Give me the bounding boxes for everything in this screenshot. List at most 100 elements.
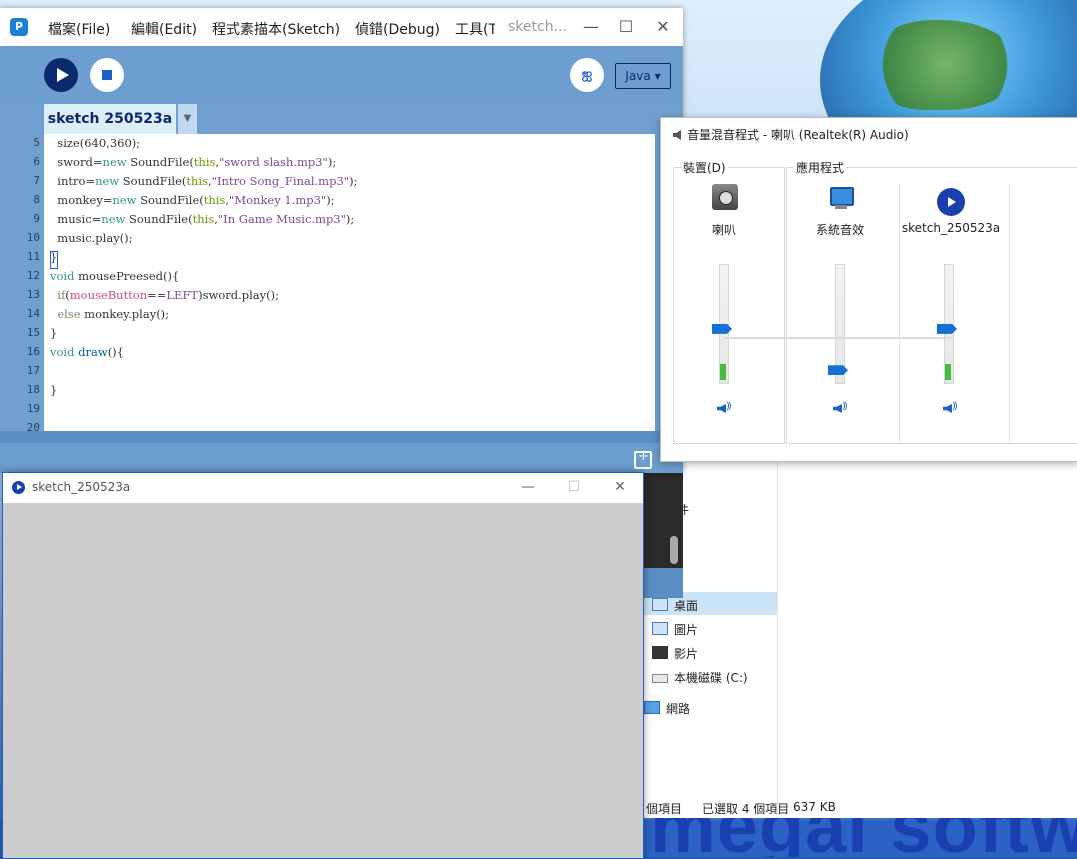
menu-sketch[interactable]: 程式素描本(Sketch) xyxy=(212,19,340,39)
channel-separator xyxy=(1009,183,1010,443)
file-explorer-window: 機 D 物件 下載 文件 音樂 桌面 圖片 影片 本機磁碟 (C:) 網路 個項… xyxy=(642,458,1077,818)
tab-sketch-250523a[interactable]: sketch 250523a xyxy=(44,104,176,134)
speaker-icon xyxy=(673,130,681,140)
globe-land-graphic xyxy=(870,20,1020,110)
speaker-device-icon xyxy=(712,184,738,210)
channel-name-system-sounds: 系統音效 xyxy=(815,223,864,237)
drive-icon xyxy=(652,674,668,683)
maximize-button[interactable]: ☐ xyxy=(611,16,641,38)
line-number: 7 xyxy=(33,174,40,187)
volume-track[interactable] xyxy=(939,264,959,384)
mode-selector[interactable]: Java ▾ xyxy=(615,63,671,89)
code-line: else monkey.play(); xyxy=(57,307,170,321)
tab-row: sketch 250523a ▼ xyxy=(0,104,683,134)
menu-edit[interactable]: 編輯(Edit) xyxy=(131,19,197,39)
code-line: if(mouseButton==LEFT)sword.play(); xyxy=(57,288,280,302)
code-line: music.play(); xyxy=(50,231,133,245)
peak-meter xyxy=(945,364,951,380)
code-line: size(640,360); xyxy=(50,136,141,150)
nav-item-desktop[interactable]: 桌面 xyxy=(652,597,698,614)
nav-item-pictures[interactable]: 圖片 xyxy=(652,621,698,638)
window-title: sketch... xyxy=(508,19,567,35)
close-button[interactable]: ✕ xyxy=(648,16,678,38)
videos-icon xyxy=(652,646,668,659)
channel-name-speaker: 喇叭 xyxy=(711,223,736,237)
pictures-icon xyxy=(652,622,668,635)
line-number: 11 xyxy=(26,250,40,263)
processing-ide-window: P 檔案(File) 編輯(Edit) 程式素描本(Sketch) 偵錯(Deb… xyxy=(0,8,683,473)
code-line: void mousePreesed(){ xyxy=(50,269,180,283)
mixer-title: 音量混音程式 - 喇叭 (Realtek(R) Audio) xyxy=(673,126,909,143)
line-number: 5 xyxy=(33,136,40,149)
ide-console-area xyxy=(0,431,683,473)
nav-item-videos[interactable]: 影片 xyxy=(652,645,698,662)
explorer-status-bar: 個項目 已選取 4 個項目 637 KB xyxy=(642,800,1077,818)
code-line: monkey=new SoundFile(this,"Monkey 1.mp3"… xyxy=(50,193,335,207)
line-number: 16 xyxy=(26,345,40,358)
line-number: 15 xyxy=(26,326,40,339)
ide-titlebar: P 檔案(File) 編輯(Edit) 程式素描本(Sketch) 偵錯(Deb… xyxy=(0,8,683,47)
sketch-maximize-button[interactable]: ☐ xyxy=(559,477,589,497)
menu-file[interactable]: 檔案(File) xyxy=(48,19,110,39)
system-sounds-icon xyxy=(828,185,854,211)
code-line: } xyxy=(50,326,58,340)
sketch-canvas[interactable] xyxy=(3,503,643,858)
debugger-button[interactable]: ஐ xyxy=(570,58,604,92)
code-line: intro=new SoundFile(this,"Intro Song_Fin… xyxy=(50,174,358,188)
sketch-titlebar: sketch_250523a — ☐ ✕ xyxy=(3,473,643,503)
explorer-blue-strip xyxy=(642,568,683,598)
run-button[interactable] xyxy=(44,58,78,92)
line-number: 19 xyxy=(26,402,40,415)
status-size: 637 KB xyxy=(793,800,836,814)
desktop-icon xyxy=(652,598,668,611)
text-caret xyxy=(50,251,58,269)
code-line: sword=new SoundFile(this,"sword slash.mp… xyxy=(50,155,337,169)
tab-menu-arrow[interactable]: ▼ xyxy=(178,104,197,134)
nav-item-local-disk[interactable]: 本機磁碟 (C:) xyxy=(652,669,748,686)
mute-system-sounds-icon[interactable] xyxy=(833,400,851,415)
code-editor[interactable]: 5 6 7 8 9 10 11 12 13 14 15 16 17 18 19 … xyxy=(0,134,655,431)
code-line: void draw(){ xyxy=(50,345,124,359)
menu-debug[interactable]: 偵錯(Debug) xyxy=(355,19,440,39)
sketch-window-title: sketch_250523a xyxy=(32,480,131,494)
stop-button[interactable] xyxy=(90,58,124,92)
peak-meter xyxy=(720,364,726,380)
code-line: music=new SoundFile(this,"In Game Music.… xyxy=(50,212,355,226)
mute-sketch-icon[interactable] xyxy=(943,400,961,415)
line-number: 10 xyxy=(26,231,40,244)
line-number: 17 xyxy=(26,364,40,377)
device-group-label: 裝置(D) xyxy=(681,159,728,176)
mute-speaker-icon[interactable] xyxy=(717,400,735,415)
volume-track[interactable] xyxy=(714,264,734,384)
line-number-gutter: 5 6 7 8 9 10 11 12 13 14 15 16 17 18 19 … xyxy=(0,134,44,431)
volume-mixer-window: 音量混音程式 - 喇叭 (Realtek(R) Audio) 裝置(D) 應用程… xyxy=(660,117,1077,462)
expand-console-icon[interactable] xyxy=(634,449,652,469)
menu-tools[interactable]: 工具(T xyxy=(455,19,495,39)
status-selected: 已選取 4 個項目 xyxy=(702,802,790,816)
line-number: 12 xyxy=(26,269,40,282)
line-number: 9 xyxy=(33,212,40,225)
status-item-count: 個項目 xyxy=(646,802,683,816)
code-line: } xyxy=(50,383,58,397)
sketch-app-icon xyxy=(937,188,965,216)
console-divider[interactable] xyxy=(0,431,683,443)
apps-group-label: 應用程式 xyxy=(794,159,847,176)
channel-name-sketch: sketch_250523a xyxy=(901,221,1001,235)
line-number: 14 xyxy=(26,307,40,320)
butterfly-icon: ஐ xyxy=(581,67,593,82)
line-number: 20 xyxy=(26,421,40,431)
line-number: 18 xyxy=(26,383,40,396)
nav-item-network[interactable]: 網路 xyxy=(644,700,690,717)
explorer-scrollbar[interactable] xyxy=(670,536,678,564)
processing-sketch-icon xyxy=(12,481,25,494)
line-number: 13 xyxy=(26,288,40,301)
sketch-close-button[interactable]: ✕ xyxy=(605,477,635,497)
processing-logo-icon: P xyxy=(10,18,28,36)
sketch-minimize-button[interactable]: — xyxy=(513,477,543,497)
line-number: 8 xyxy=(33,193,40,206)
ide-toolbar: ஐ Java ▾ xyxy=(0,46,683,104)
line-number: 6 xyxy=(33,155,40,168)
sketch-output-window: sketch_250523a — ☐ ✕ xyxy=(2,472,644,859)
minimize-button[interactable]: — xyxy=(576,16,606,38)
volume-track[interactable] xyxy=(830,264,850,384)
